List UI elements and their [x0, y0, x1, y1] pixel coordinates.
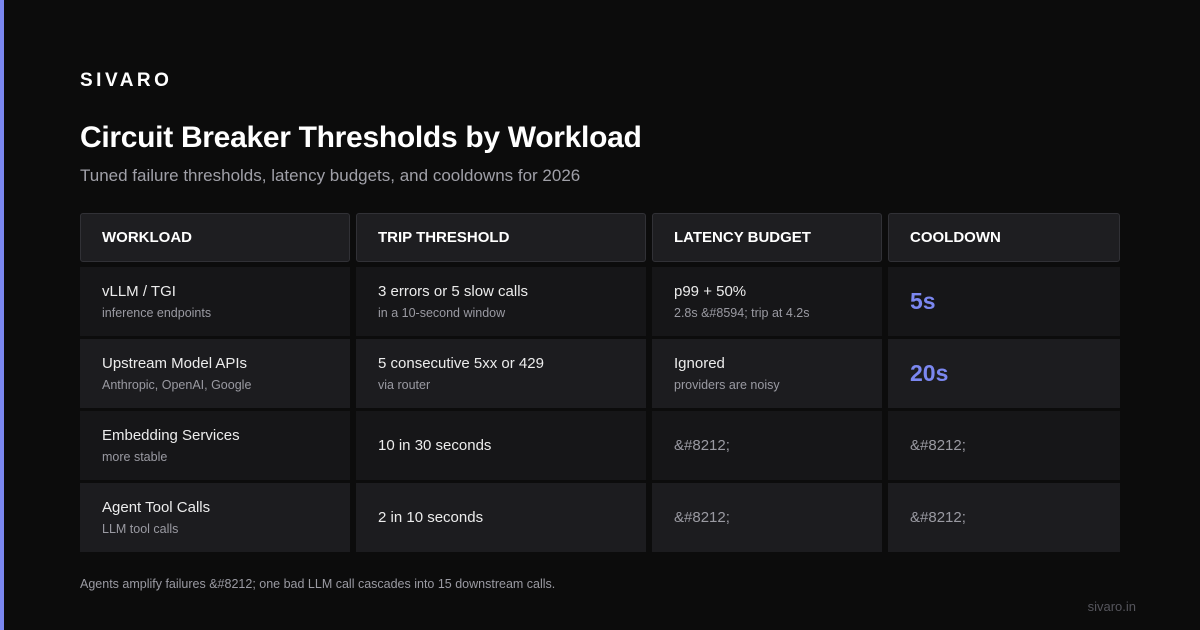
cooldown-value: &#8212; [910, 509, 966, 526]
latency-budget: Ignored [674, 354, 725, 372]
cooldown-value: 5s [910, 288, 936, 314]
latency-budget: &#8212; [674, 509, 730, 526]
table-row-0-workload: vLLM / TGI inference endpoints [80, 267, 350, 336]
trip-threshold: 5 consecutive 5xx or 429 [378, 354, 544, 372]
workload-name: Upstream Model APIs [102, 354, 248, 372]
column-header-workload: WORKLOAD [80, 213, 350, 262]
table-row-2-trip: 10 in 30 seconds [356, 411, 646, 480]
latency-budget: p99 + 50% [674, 282, 747, 300]
accent-bar [0, 0, 4, 630]
column-header-cooldown: COOLDOWN [888, 213, 1120, 262]
table-row-3-latency: &#8212; [652, 483, 882, 552]
workload-name: Embedding Services [102, 426, 240, 444]
latency-note: providers are noisy [674, 377, 780, 392]
workload-note: Anthropic, OpenAI, Google [102, 377, 252, 392]
column-header-latency-budget: LATENCY BUDGET [652, 213, 882, 262]
page-title: Circuit Breaker Thresholds by Workload [80, 121, 642, 154]
cooldown-value: &#8212; [910, 437, 966, 454]
table-row-3-trip: 2 in 10 seconds [356, 483, 646, 552]
table-row-2-workload: Embedding Services more stable [80, 411, 350, 480]
workload-name: Agent Tool Calls [102, 498, 211, 516]
latency-budget: &#8212; [674, 437, 730, 454]
page-subtitle: Tuned failure thresholds, latency budget… [80, 166, 581, 185]
table-row-0-cooldown: 5s [888, 267, 1120, 336]
table-row-3-workload: Agent Tool Calls LLM tool calls [80, 483, 350, 552]
table-row-2-latency: &#8212; [652, 411, 882, 480]
workload-note: inference endpoints [102, 305, 212, 320]
brand-logo: SIVARO [80, 70, 173, 91]
workload-name: vLLM / TGI [102, 282, 176, 300]
table-row-3-cooldown: &#8212; [888, 483, 1120, 552]
workload-note: LLM tool calls [102, 521, 179, 536]
table-row-1-cooldown: 20s [888, 339, 1120, 408]
table-row-2-cooldown: &#8212; [888, 411, 1120, 480]
table-row-1-latency: Ignored providers are noisy [652, 339, 882, 408]
trip-threshold: 10 in 30 seconds [378, 436, 492, 454]
site-url: sivaro.in [1087, 599, 1136, 614]
trip-note: in a 10-second window [378, 305, 506, 320]
trip-note: via router [378, 377, 431, 392]
workload-note: more stable [102, 449, 168, 464]
footnote: Agents amplify failures &#8212; one bad … [80, 577, 556, 591]
table-row-0-latency: p99 + 50% 2.8s &#8594; trip at 4.2s [652, 267, 882, 336]
table-row-1-trip: 5 consecutive 5xx or 429 via router [356, 339, 646, 408]
table-row-1-workload: Upstream Model APIs Anthropic, OpenAI, G… [80, 339, 350, 408]
table-row-0-trip: 3 errors or 5 slow calls in a 10-second … [356, 267, 646, 336]
latency-note: 2.8s &#8594; trip at 4.2s [674, 305, 810, 320]
cooldown-value: 20s [910, 360, 949, 386]
column-header-trip-threshold: TRIP THRESHOLD [356, 213, 646, 262]
trip-threshold: 2 in 10 seconds [378, 508, 484, 526]
trip-threshold: 3 errors or 5 slow calls [378, 282, 529, 300]
